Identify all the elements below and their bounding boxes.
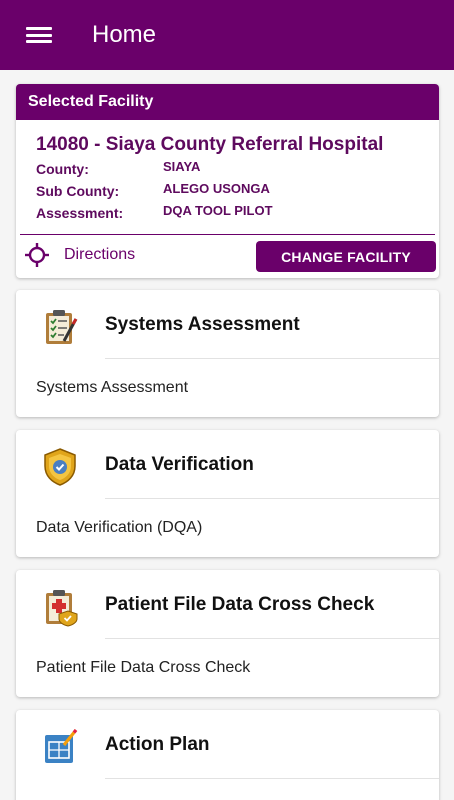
subcounty-label: Sub County: [36, 183, 120, 199]
county-value: SIAYA [163, 159, 201, 174]
card-divider [105, 358, 439, 359]
assessment-label: Assessment: [36, 205, 124, 221]
selected-facility-card: Selected Facility 14080 - Siaya County R… [16, 84, 439, 278]
data-verification-card[interactable]: Data Verification Data Verification (DQA… [16, 430, 439, 557]
shield-check-icon [44, 448, 76, 486]
page-title: Home [92, 21, 157, 48]
assessment-value: DQA TOOL PILOT [163, 203, 273, 218]
crosshair-location-icon [25, 243, 49, 267]
subcounty-value: ALEGO USONGA [163, 181, 270, 196]
card-divider [105, 778, 439, 779]
plan-edit-icon [45, 729, 78, 763]
facility-name: 14080 - Siaya County Referral Hospital [36, 134, 384, 155]
patient-file-cross-check-subtitle: Patient File Data Cross Check [36, 659, 251, 676]
action-plan-title: Action Plan [105, 734, 210, 755]
clipboard-checklist-icon [46, 310, 78, 344]
change-facility-button[interactable]: CHANGE FACILITY [256, 241, 436, 272]
app-bar: Home [0, 0, 454, 70]
hamburger-menu-icon[interactable] [26, 25, 52, 45]
systems-assessment-title: Systems Assessment [105, 314, 300, 335]
facility-divider [20, 234, 435, 235]
card-divider [105, 498, 439, 499]
selected-facility-header: Selected Facility [16, 84, 439, 120]
card-divider [105, 638, 439, 639]
directions-label: Directions [64, 246, 136, 263]
directions-link[interactable]: Directions [24, 242, 135, 268]
data-verification-title: Data Verification [105, 454, 254, 475]
patient-file-cross-check-card[interactable]: Patient File Data Cross Check Patient Fi… [16, 570, 439, 697]
medical-clipboard-icon [46, 590, 78, 627]
systems-assessment-subtitle: Systems Assessment [36, 379, 189, 396]
action-plan-card[interactable]: Action Plan [16, 710, 439, 800]
county-label: County: [36, 161, 89, 177]
systems-assessment-card[interactable]: Systems Assessment Systems Assessment [16, 290, 439, 417]
patient-file-cross-check-title: Patient File Data Cross Check [105, 594, 375, 615]
data-verification-subtitle: Data Verification (DQA) [36, 519, 203, 536]
